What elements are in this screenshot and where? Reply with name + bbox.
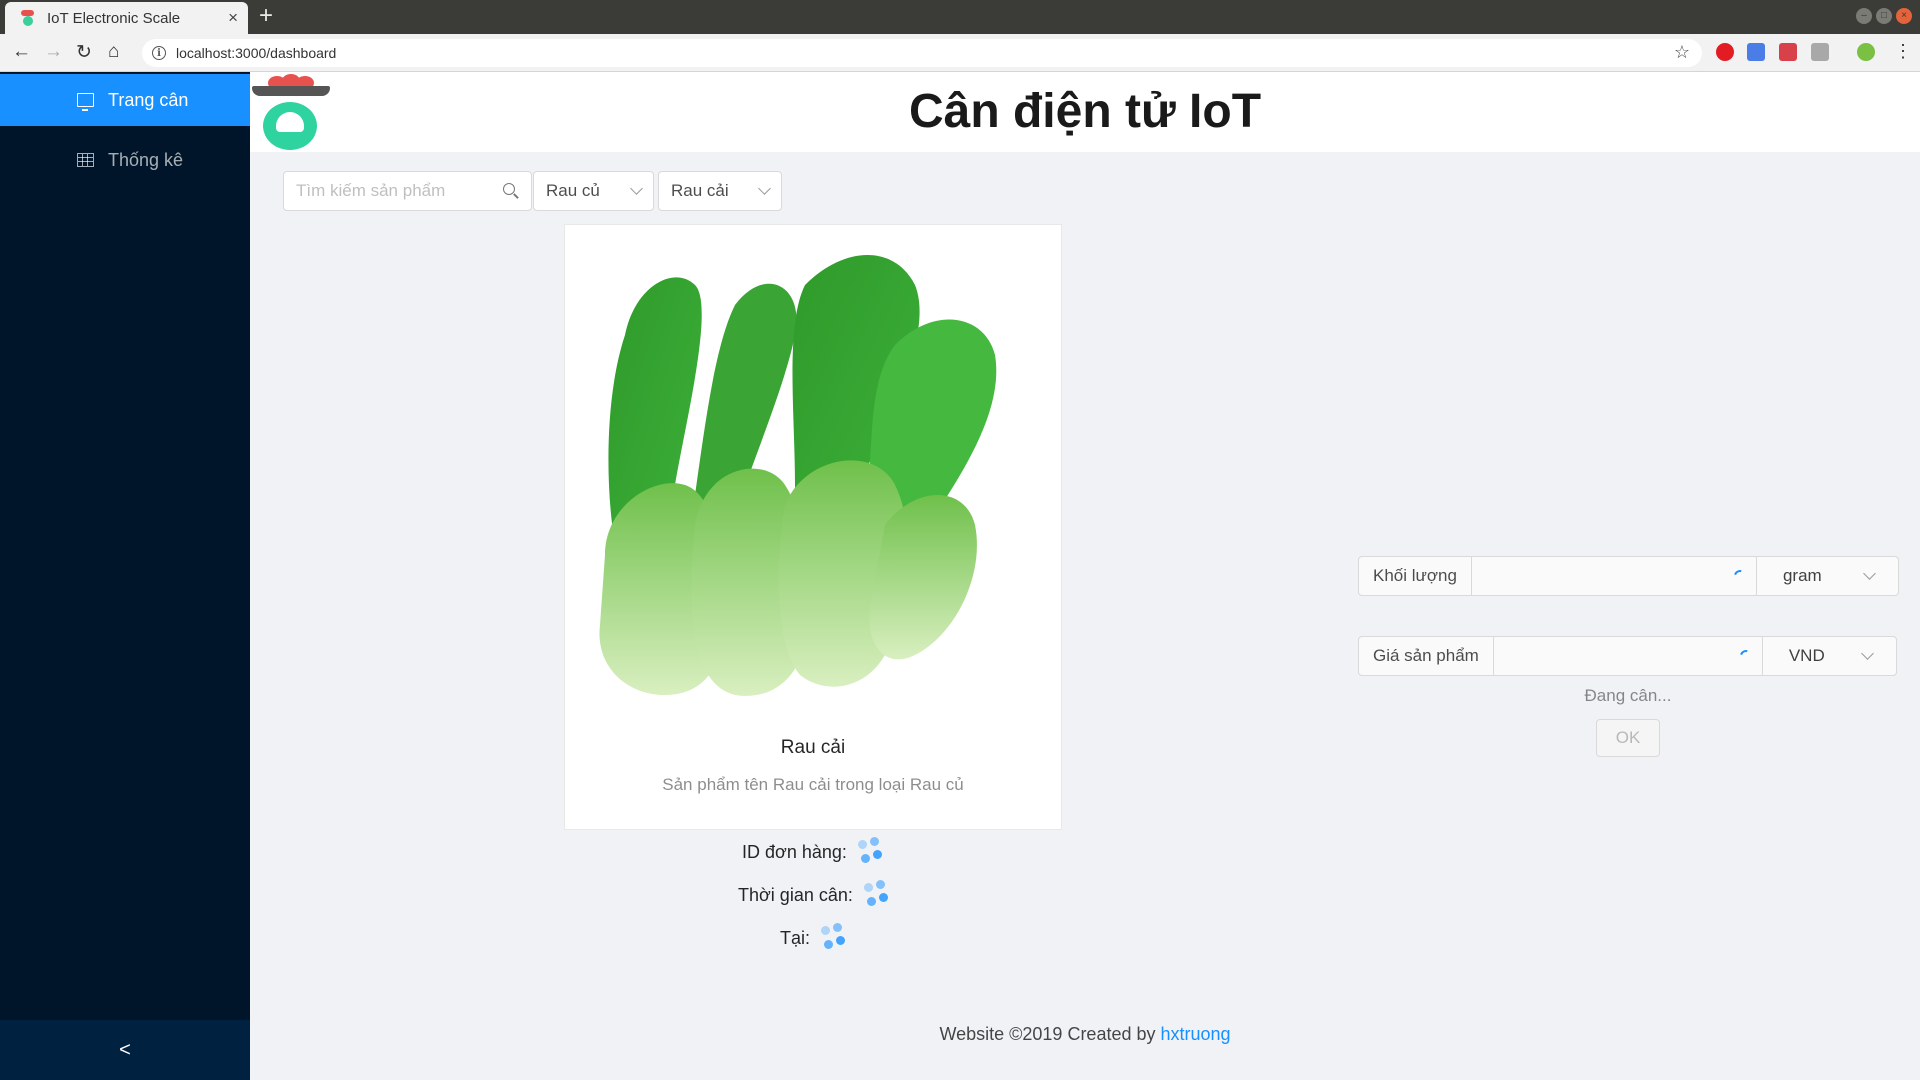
- table-icon: [77, 153, 94, 167]
- colon: :: [841, 841, 847, 862]
- weigh-time-row: Thời gian cân :: [738, 880, 891, 910]
- weight-unit-value: gram: [1782, 566, 1822, 585]
- loading-spinner-icon: [861, 880, 891, 910]
- author-link[interactable]: hxtruong: [1161, 1024, 1231, 1044]
- colon: :: [805, 927, 811, 948]
- browser-menu-icon[interactable]: ⋮: [1894, 41, 1912, 62]
- product-search[interactable]: [283, 171, 532, 211]
- scale-logo-icon[interactable]: [250, 72, 334, 152]
- product-image: [599, 255, 997, 696]
- price-currency-select[interactable]: VND: [1762, 636, 1897, 676]
- desktop-icon: [77, 93, 94, 111]
- product-select-value: Rau cải: [671, 181, 729, 200]
- tab-close-icon[interactable]: ×: [228, 8, 238, 28]
- price-input[interactable]: [1492, 636, 1763, 676]
- site-info-icon[interactable]: i: [152, 46, 166, 60]
- reload-icon[interactable]: ↻: [76, 41, 92, 64]
- bookmark-star-icon[interactable]: ☆: [1674, 42, 1690, 63]
- category-select[interactable]: Rau củ: [533, 171, 654, 211]
- sidebar-item-thong-ke[interactable]: Thống kê: [0, 134, 250, 186]
- sidebar-collapse-button[interactable]: <: [0, 1020, 250, 1080]
- price-label: Giá sản phẩm: [1358, 636, 1493, 676]
- footer-text: Website ©2019 Created by: [939, 1024, 1161, 1044]
- browser-tab-bar: IoT Electronic Scale × + – □ ×: [0, 0, 1920, 34]
- browser-tab[interactable]: IoT Electronic Scale ×: [5, 2, 248, 34]
- loading-spinner-icon: [818, 923, 848, 953]
- category-select-value: Rau củ: [546, 181, 600, 200]
- chevron-down-icon: [630, 182, 643, 195]
- profile-avatar-icon[interactable]: [1857, 43, 1875, 61]
- weigh-time-label: Thời gian cân: [738, 884, 848, 905]
- colon: :: [847, 884, 853, 905]
- health-extension-icon[interactable]: [1779, 43, 1797, 61]
- weighing-status: Đang cân...: [1584, 686, 1672, 705]
- product-card[interactable]: Rau cải Sản phẩm tên Rau cải trong loại …: [564, 224, 1062, 830]
- chevron-left-icon: <: [119, 1038, 131, 1061]
- url-text: localhost:3000/dashboard: [176, 45, 337, 61]
- search-icon[interactable]: [503, 183, 519, 199]
- back-icon[interactable]: ←: [12, 41, 31, 63]
- sidebar-item-label: Trang cân: [108, 89, 189, 110]
- maximize-icon[interactable]: □: [1876, 8, 1892, 24]
- minimize-icon[interactable]: –: [1856, 8, 1872, 24]
- forward-icon[interactable]: →: [44, 41, 63, 63]
- order-id-row: ID đơn hàng :: [742, 837, 885, 867]
- location-row: Tại :: [780, 923, 848, 953]
- weight-field-group: Khối lượng gram: [1358, 556, 1899, 596]
- product-select[interactable]: Rau cải: [658, 171, 782, 211]
- translate-extension-icon[interactable]: [1747, 43, 1765, 61]
- sidebar-item-label: Thống kê: [108, 149, 184, 170]
- sidebar-item-trang-can[interactable]: Trang cân: [0, 74, 250, 126]
- ok-button[interactable]: OK: [1596, 719, 1660, 757]
- reader-extension-icon[interactable]: [1811, 43, 1829, 61]
- window-close-icon[interactable]: ×: [1896, 8, 1912, 24]
- page-title: Cân điện tử IoT: [908, 85, 1262, 138]
- chevron-down-icon: [758, 182, 771, 195]
- browser-toolbar: ← → ↻ ⌂ i localhost:3000/dashboard ☆ ⋮: [0, 34, 1920, 72]
- chevron-down-icon: [1863, 567, 1876, 580]
- loading-icon: [1731, 567, 1749, 585]
- location-label: Tại: [780, 927, 806, 948]
- new-tab-button[interactable]: +: [259, 3, 273, 29]
- order-id-label: ID đơn hàng: [742, 841, 842, 862]
- loading-spinner-icon: [855, 837, 885, 867]
- loading-icon: [1737, 647, 1755, 665]
- product-description: Sản phẩm tên Rau cải trong loại Rau củ: [662, 775, 964, 794]
- sidebar: Trang cân Thống kê <: [0, 72, 250, 1080]
- search-input[interactable]: [296, 181, 503, 201]
- price-field-group: Giá sản phẩm VND: [1358, 636, 1897, 676]
- address-bar[interactable]: i localhost:3000/dashboard ☆: [142, 39, 1702, 67]
- weight-unit-select[interactable]: gram: [1756, 556, 1899, 596]
- price-currency-value: VND: [1788, 646, 1825, 665]
- favicon-icon: [19, 9, 37, 27]
- weight-label: Khối lượng: [1358, 556, 1471, 596]
- product-name: Rau cải: [780, 737, 846, 758]
- home-icon[interactable]: ⌂: [108, 41, 119, 63]
- tab-title: IoT Electronic Scale: [47, 9, 181, 27]
- header: Cân điện tử IoT: [250, 72, 1920, 152]
- footer: Website ©2019 Created by hxtruong: [250, 1024, 1920, 1045]
- weight-input[interactable]: [1470, 556, 1757, 596]
- opera-extension-icon[interactable]: [1716, 43, 1734, 61]
- chevron-down-icon: [1860, 647, 1874, 660]
